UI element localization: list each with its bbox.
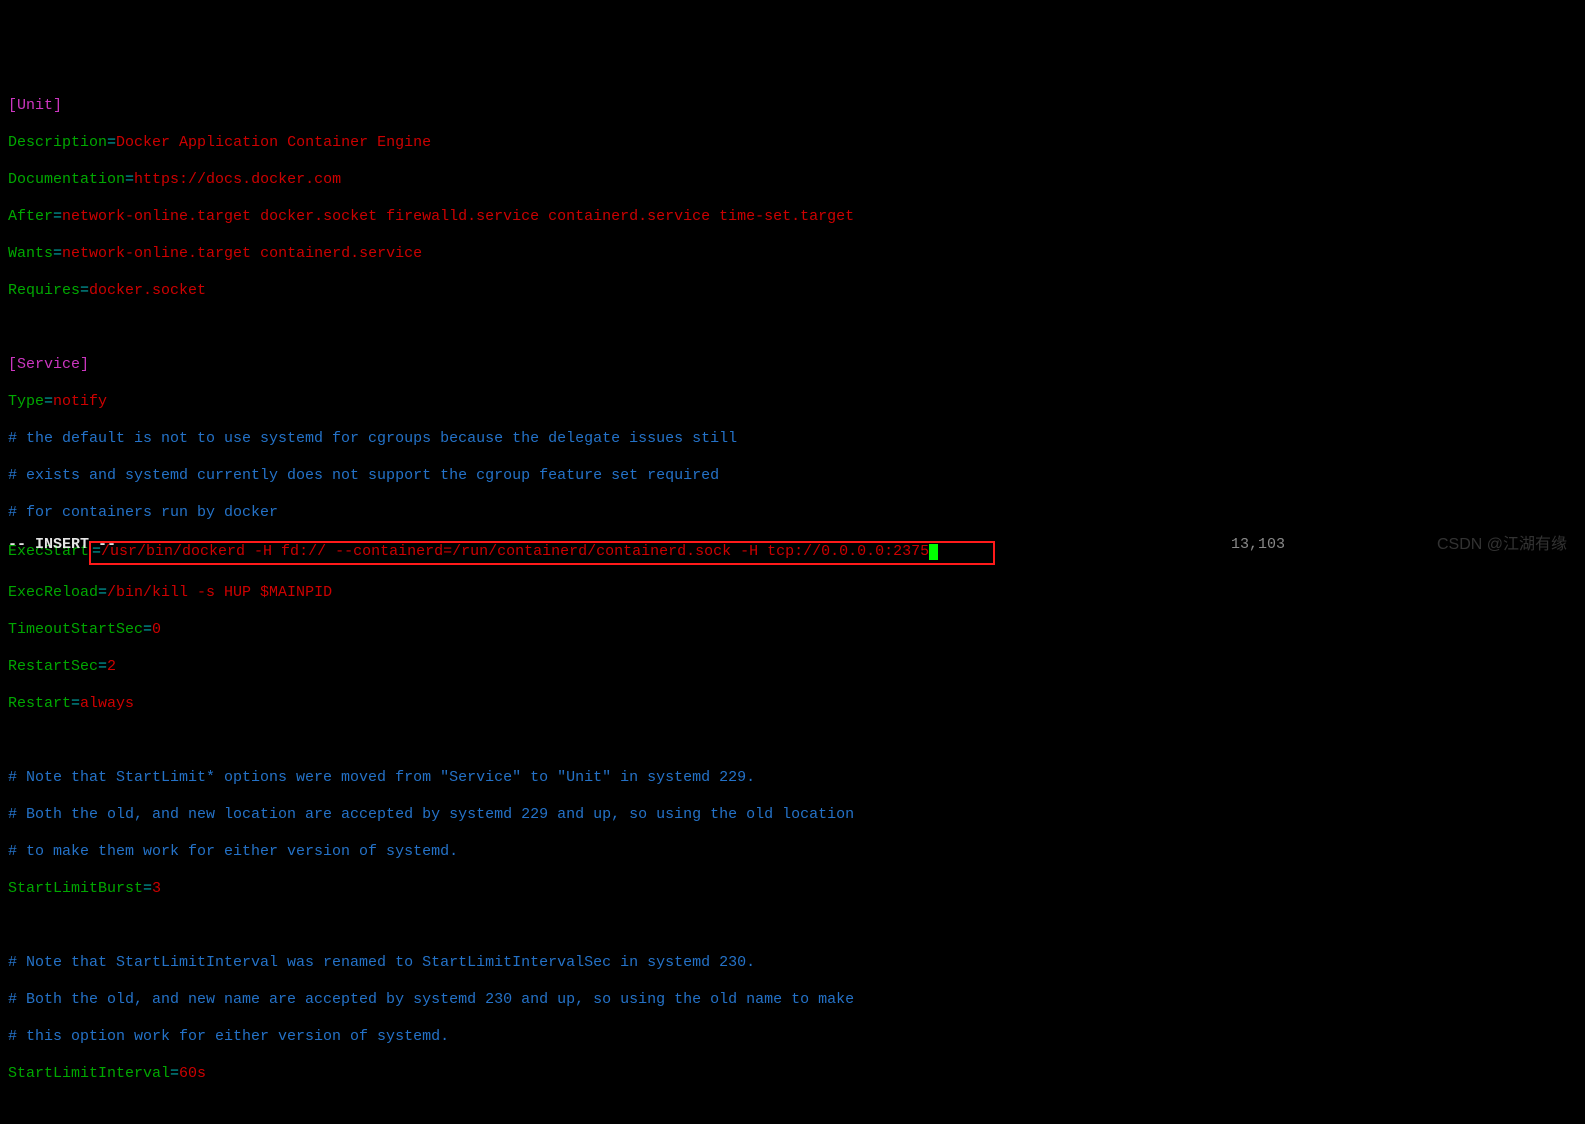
- key-startlimitinterval: StartLimitInterval: [8, 1065, 170, 1082]
- comment-line: # Note that StartLimit* options were mov…: [8, 769, 755, 786]
- key-restart: Restart: [8, 695, 71, 712]
- comment-line: # Both the old, and new name are accepte…: [8, 991, 854, 1008]
- vim-cursor-position: 13,103: [1231, 536, 1285, 555]
- equals-sign: =: [143, 880, 152, 897]
- val-execstart: /usr/bin/dockerd -H fd:// --containerd=/…: [101, 543, 929, 560]
- comment-line: # the default is not to use systemd for …: [8, 430, 737, 447]
- equals-sign: =: [143, 621, 152, 638]
- key-requires: Requires: [8, 282, 80, 299]
- val-startlimitinterval: 60s: [179, 1065, 206, 1082]
- key-after: After: [8, 208, 53, 225]
- key-wants: Wants: [8, 245, 53, 262]
- val-after: network-online.target docker.socket fire…: [62, 208, 854, 225]
- val-restartsec: 2: [107, 658, 116, 675]
- val-startlimitburst: 3: [152, 880, 161, 897]
- val-restart: always: [80, 695, 134, 712]
- equals-sign: =: [71, 695, 80, 712]
- key-description: Description: [8, 134, 107, 151]
- equals-sign: =: [98, 584, 107, 601]
- key-restartsec: RestartSec: [8, 658, 98, 675]
- key-startlimitburst: StartLimitBurst: [8, 880, 143, 897]
- comment-line: # Note that StartLimitInterval was renam…: [8, 954, 755, 971]
- text-cursor: [929, 544, 938, 560]
- comment-line: # exists and systemd currently does not …: [8, 467, 719, 484]
- comment-line: # for containers run by docker: [8, 504, 278, 521]
- comment-line: # to make them work for either version o…: [8, 843, 458, 860]
- section-header-unit: [Unit]: [8, 97, 62, 114]
- vim-mode-indicator: -- INSERT --: [8, 536, 116, 555]
- val-documentation: https://docs.docker.com: [134, 171, 341, 188]
- equals-sign: =: [44, 393, 53, 410]
- key-execreload: ExecReload: [8, 584, 98, 601]
- equals-sign: =: [98, 658, 107, 675]
- val-execreload: /bin/kill -s HUP $MAINPID: [107, 584, 332, 601]
- key-documentation: Documentation: [8, 171, 125, 188]
- editor-content[interactable]: [Unit] Description=Docker Application Co…: [8, 78, 1577, 1102]
- val-requires: docker.socket: [89, 282, 206, 299]
- val-wants: network-online.target containerd.service: [62, 245, 422, 262]
- equals-sign: =: [80, 282, 89, 299]
- key-timeoutstart: TimeoutStartSec: [8, 621, 143, 638]
- equals-sign: =: [53, 245, 62, 262]
- highlight-box: =/usr/bin/dockerd -H fd:// --containerd=…: [89, 541, 995, 566]
- key-type: Type: [8, 393, 44, 410]
- equals-sign: =: [125, 171, 134, 188]
- equals-sign: =: [107, 134, 116, 151]
- equals-sign: =: [53, 208, 62, 225]
- val-type: notify: [53, 393, 107, 410]
- equals-sign: =: [170, 1065, 179, 1082]
- watermark-text: CSDN @江湖有缘: [1437, 536, 1567, 555]
- comment-line: # this option work for either version of…: [8, 1028, 449, 1045]
- comment-line: # Both the old, and new location are acc…: [8, 806, 854, 823]
- section-header-service: [Service]: [8, 356, 89, 373]
- val-timeoutstart: 0: [152, 621, 161, 638]
- val-description: Docker Application Container Engine: [116, 134, 431, 151]
